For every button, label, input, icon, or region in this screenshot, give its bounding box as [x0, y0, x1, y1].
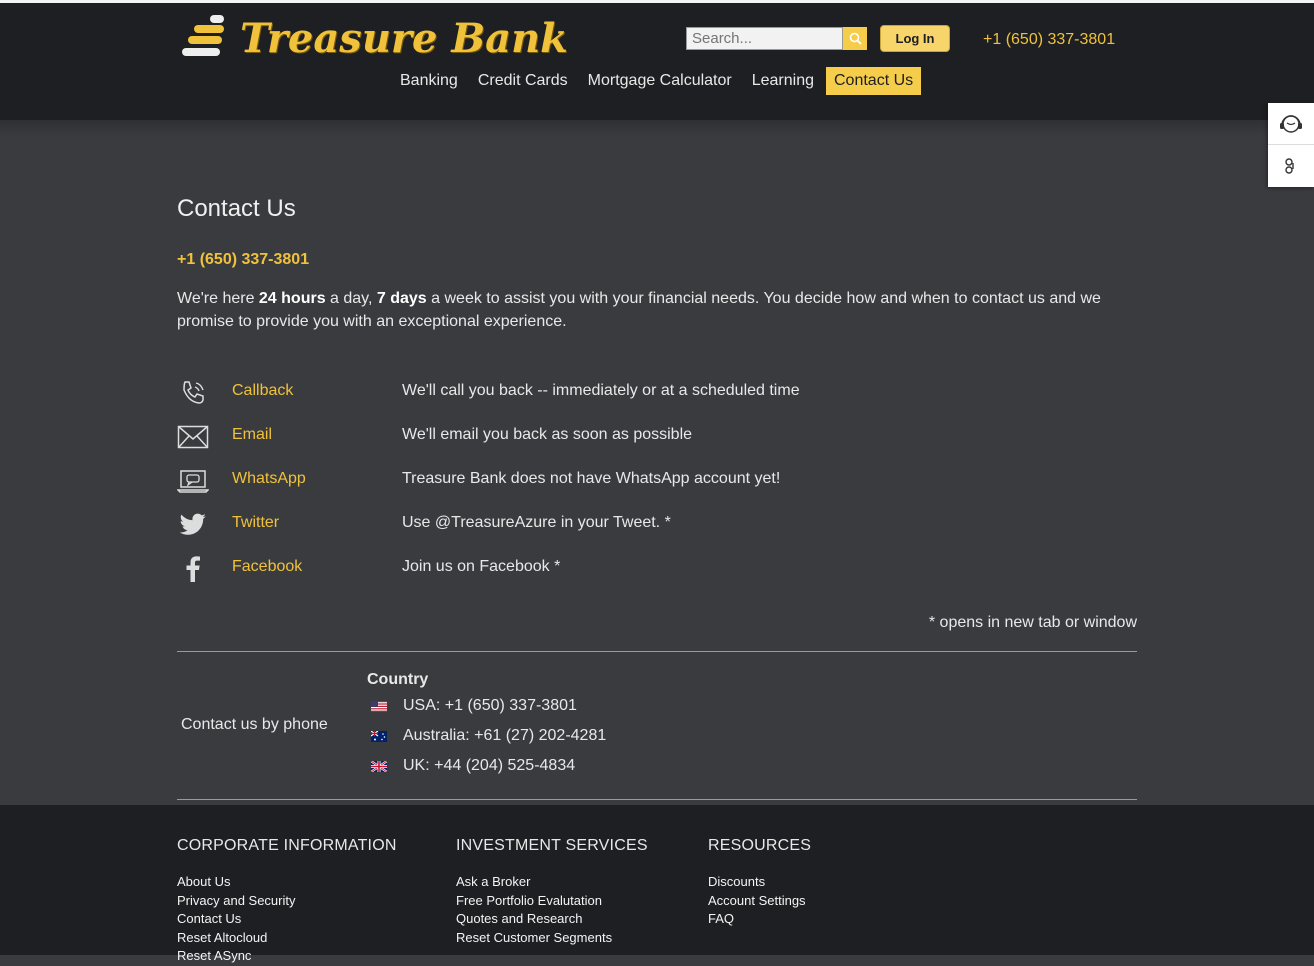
search-box	[686, 27, 867, 50]
footer-heading: RESOURCES	[708, 837, 812, 854]
logo-stripes-icon	[180, 13, 234, 63]
envelope-icon	[177, 422, 209, 452]
search-button[interactable]	[843, 27, 867, 50]
new-tab-note: * opens in new tab or window	[928, 614, 1137, 631]
phone-australia[interactable]: Australia: +61 (27) 202-4281	[403, 727, 606, 745]
footer-link[interactable]: Contact Us	[177, 910, 397, 929]
contact-method-twitter: Twitter Use @TreasureAzure in your Tweet…	[177, 507, 1137, 551]
site-header: Treasure Bank Log In +1 (650) 337-3801 B…	[0, 3, 1314, 120]
facebook-link[interactable]: Facebook	[232, 558, 302, 576]
whatsapp-description: Treasure Bank does not have WhatsApp acc…	[402, 470, 781, 487]
main-content: Contact Us +1 (650) 337-3801 We're here …	[177, 195, 1137, 800]
footer-link[interactable]: Account Settings	[708, 892, 811, 911]
contact-method-whatsapp: WhatsApp Treasure Bank does not have Wha…	[177, 463, 1137, 507]
main-nav: Banking Credit Cards Mortgage Calculator…	[390, 67, 922, 95]
callback-description: We'll call you back -- immediately or at…	[402, 382, 800, 399]
au-flag-icon	[371, 730, 387, 742]
section-divider-bottom	[177, 799, 1137, 800]
footer-heading: INVESTMENT SERVICES	[456, 837, 648, 854]
footer-col-corporate: CORPORATE INFORMATION About Us Privacy a…	[177, 837, 397, 966]
brand-logo[interactable]: Treasure Bank	[180, 10, 568, 66]
footer-link[interactable]: Reset ASync	[177, 947, 397, 966]
footer-col-resources: RESOURCES Discounts Account Settings FAQ	[708, 837, 811, 929]
footer-heading: CORPORATE INFORMATION	[177, 837, 397, 854]
phone-row-australia: Australia: +61 (27) 202-4281	[371, 727, 606, 745]
phone-callback-icon	[177, 378, 209, 408]
uk-flag-icon	[371, 760, 387, 772]
search-icon	[849, 32, 862, 45]
search-input[interactable]	[686, 27, 843, 50]
footer-link[interactable]: Free Portfolio Evalutation	[456, 892, 648, 911]
contact-method-callback: Callback We'll call you back -- immediat…	[177, 375, 1137, 419]
footer-link[interactable]: Ask a Broker	[456, 873, 648, 892]
main-phone[interactable]: +1 (650) 337-3801	[177, 251, 309, 269]
header-phone[interactable]: +1 (650) 337-3801	[983, 31, 1115, 49]
cobrowse-button[interactable]	[1268, 145, 1314, 187]
email-link[interactable]: Email	[232, 426, 272, 444]
login-button[interactable]: Log In	[880, 25, 950, 52]
header-shadow	[0, 120, 1314, 136]
footer-link[interactable]: Reset Customer Segments	[456, 929, 648, 948]
phone-section-label: Contact us by phone	[181, 716, 328, 733]
intro-text: We're here 24 hours a day, 7 days a week…	[177, 290, 1101, 330]
laptop-chat-icon	[177, 466, 209, 496]
footer-link[interactable]: Privacy and Security	[177, 892, 397, 911]
footer-link[interactable]: Quotes and Research	[456, 910, 648, 929]
contact-method-email: Email We'll email you back as soon as po…	[177, 419, 1137, 463]
footer-col-investment: INVESTMENT SERVICES Ask a Broker Free Po…	[456, 837, 648, 947]
nav-item-contact-us[interactable]: Contact Us	[826, 67, 922, 95]
brand-name: Treasure Bank	[240, 14, 568, 62]
us-flag-icon	[371, 700, 387, 712]
country-header: Country	[367, 671, 429, 688]
footer-link[interactable]: Reset Altocloud	[177, 929, 397, 948]
support-agent-button[interactable]	[1268, 103, 1314, 145]
cobrowse-icon	[1285, 158, 1294, 174]
twitter-description: Use @TreasureAzure in your Tweet. *	[402, 514, 671, 531]
facebook-description: Join us on Facebook *	[402, 558, 561, 575]
twitter-bird-icon	[177, 510, 209, 540]
contact-method-facebook: Facebook Join us on Facebook *	[177, 551, 1137, 595]
nav-item-banking[interactable]: Banking	[390, 67, 468, 95]
footer-link[interactable]: FAQ	[708, 910, 811, 929]
phone-usa[interactable]: USA: +1 (650) 337-3801	[403, 697, 577, 715]
facebook-f-icon	[177, 554, 209, 584]
side-widget	[1268, 103, 1314, 187]
footer-link[interactable]: Discounts	[708, 873, 811, 892]
site-footer: CORPORATE INFORMATION About Us Privacy a…	[0, 805, 1314, 963]
phone-row-usa: USA: +1 (650) 337-3801	[371, 697, 577, 715]
whatsapp-link[interactable]: WhatsApp	[232, 470, 306, 488]
page-title: Contact Us	[177, 195, 296, 222]
phone-row-uk: UK: +44 (204) 525-4834	[371, 757, 575, 775]
twitter-link[interactable]: Twitter	[232, 514, 279, 532]
nav-item-credit-cards[interactable]: Credit Cards	[468, 67, 578, 95]
contact-methods: Callback We'll call you back -- immediat…	[177, 375, 1137, 595]
callback-link[interactable]: Callback	[232, 382, 293, 400]
nav-item-learning[interactable]: Learning	[742, 67, 824, 95]
nav-item-mortgage-calculator[interactable]: Mortgage Calculator	[578, 67, 742, 95]
phone-by-country: Contact us by phone Country USA: +1 (650…	[177, 652, 1137, 799]
phone-uk[interactable]: UK: +44 (204) 525-4834	[403, 757, 575, 775]
footer-link[interactable]: About Us	[177, 873, 397, 892]
headset-icon	[1280, 114, 1302, 133]
email-description: We'll email you back as soon as possible	[402, 426, 693, 443]
